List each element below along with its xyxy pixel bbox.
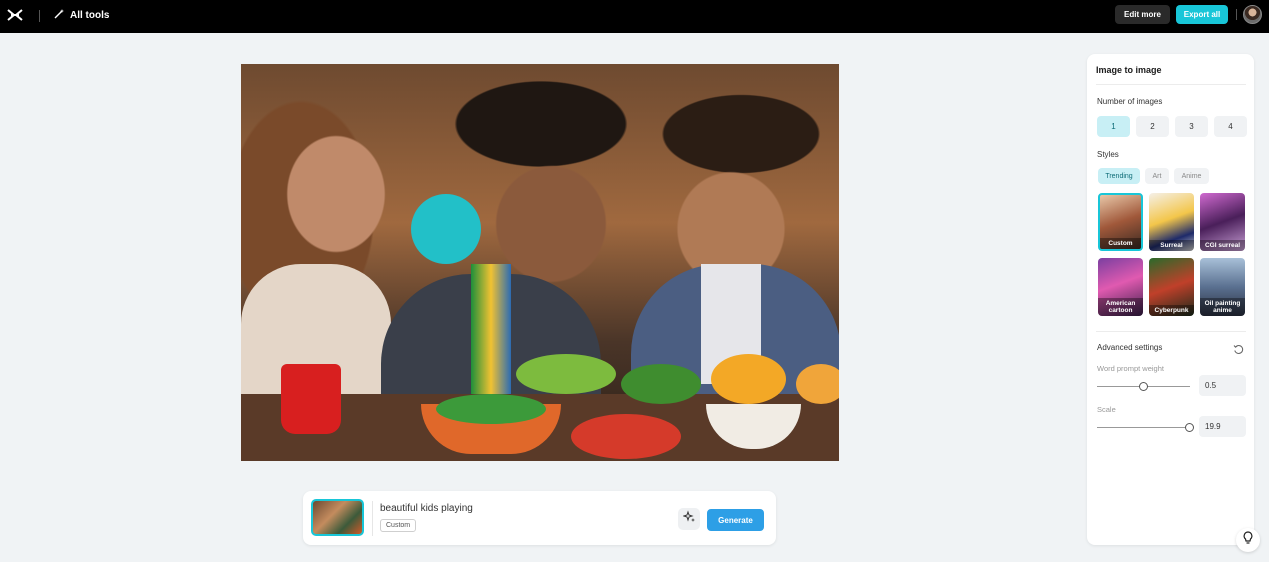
export-all-button[interactable]: Export all bbox=[1176, 5, 1228, 24]
scale-input[interactable]: 19.9 bbox=[1199, 416, 1246, 437]
advanced-settings-label: Advanced settings bbox=[1097, 343, 1163, 352]
word-prompt-weight-input[interactable]: 0.5 bbox=[1199, 375, 1246, 396]
style-card-cyberpunk[interactable]: Cyberpunk bbox=[1149, 258, 1194, 316]
style-card-label: American cartoon bbox=[1098, 298, 1143, 316]
style-tag: Custom bbox=[380, 519, 417, 532]
slider-handle[interactable] bbox=[1138, 382, 1148, 391]
style-card-label: Oil painting anime bbox=[1200, 298, 1245, 316]
divider bbox=[1236, 9, 1237, 20]
style-card-custom[interactable]: Custom bbox=[1098, 193, 1143, 251]
settings-panel: Image to image Number of images 1 2 3 4 … bbox=[1087, 54, 1254, 545]
lightbulb-icon bbox=[1242, 530, 1254, 550]
enhance-prompt-button[interactable] bbox=[678, 508, 700, 530]
number-option-2[interactable]: 2 bbox=[1136, 116, 1169, 137]
slider-handle[interactable] bbox=[1185, 423, 1194, 432]
generate-button[interactable]: Generate bbox=[707, 509, 764, 531]
divider bbox=[39, 10, 40, 22]
style-card-label: CGI surreal bbox=[1200, 240, 1245, 251]
style-card-label: Custom bbox=[1100, 238, 1141, 249]
styles-label: Styles bbox=[1097, 150, 1119, 159]
style-card-label: Cyberpunk bbox=[1149, 305, 1194, 316]
capcut-logo-icon[interactable] bbox=[7, 8, 23, 22]
sparkle-icon bbox=[681, 510, 696, 528]
scale-label: Scale bbox=[1097, 405, 1116, 414]
prompt-text[interactable]: beautiful kids playing bbox=[380, 503, 473, 514]
style-card-oil-painting-anime[interactable]: Oil painting anime bbox=[1200, 258, 1245, 316]
number-option-1[interactable]: 1 bbox=[1097, 116, 1130, 137]
number-of-images-label: Number of images bbox=[1097, 97, 1163, 106]
divider bbox=[372, 501, 373, 536]
prompt-bar: beautiful kids playing Custom Generate bbox=[303, 491, 776, 545]
magic-wand-icon bbox=[53, 8, 65, 23]
word-prompt-weight-label: Word prompt weight bbox=[1097, 364, 1164, 373]
top-bar: All tools Edit more Export all bbox=[0, 0, 1269, 33]
tab-anime[interactable]: Anime bbox=[1174, 168, 1209, 184]
reset-icon[interactable] bbox=[1233, 342, 1244, 354]
style-card-american-cartoon[interactable]: American cartoon bbox=[1098, 258, 1143, 316]
style-card-surreal[interactable]: Surreal bbox=[1149, 193, 1194, 251]
style-card-label: Surreal bbox=[1149, 240, 1194, 251]
all-tools-label: All tools bbox=[70, 9, 110, 21]
source-image-thumbnail[interactable] bbox=[311, 499, 364, 536]
all-tools-button[interactable]: All tools bbox=[53, 8, 109, 22]
generated-image[interactable] bbox=[241, 64, 839, 461]
style-card-cgi-surreal[interactable]: CGI surreal bbox=[1200, 193, 1245, 251]
panel-title: Image to image bbox=[1096, 65, 1162, 75]
help-button[interactable] bbox=[1236, 528, 1260, 552]
scale-slider[interactable] bbox=[1097, 427, 1190, 428]
number-option-4[interactable]: 4 bbox=[1214, 116, 1247, 137]
divider bbox=[1096, 331, 1246, 332]
tab-art[interactable]: Art bbox=[1145, 168, 1169, 184]
tab-trending[interactable]: Trending bbox=[1098, 168, 1140, 184]
number-option-3[interactable]: 3 bbox=[1175, 116, 1208, 137]
avatar[interactable] bbox=[1243, 5, 1262, 24]
edit-more-button[interactable]: Edit more bbox=[1115, 5, 1170, 24]
divider bbox=[1096, 84, 1246, 85]
